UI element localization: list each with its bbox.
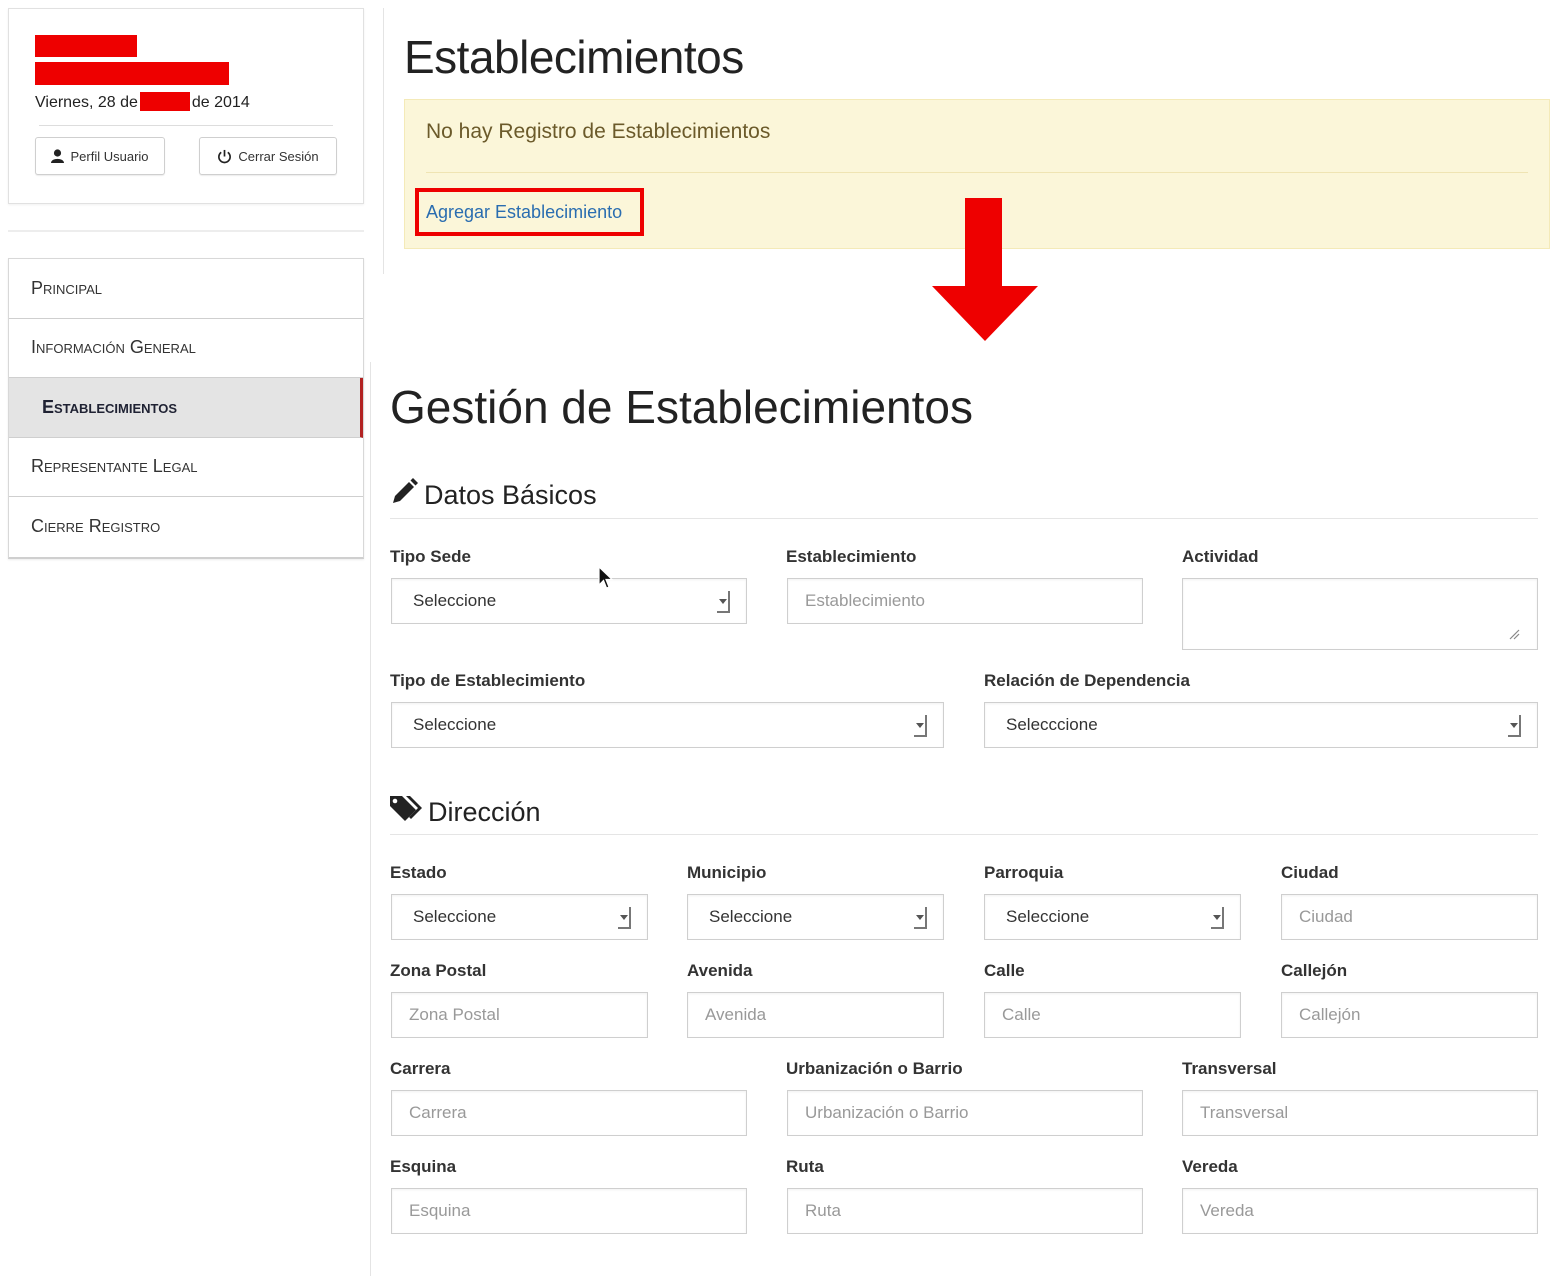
label-esquina: Esquina bbox=[390, 1157, 457, 1176]
current-date: Viernes, 28 de de 2014 bbox=[35, 92, 250, 112]
redacted-name-block bbox=[35, 35, 137, 57]
label-parroquia: Parroquia bbox=[984, 863, 1064, 882]
municipio-select[interactable]: Seleccione bbox=[687, 894, 944, 940]
label-establecimiento: Establecimiento bbox=[786, 547, 917, 566]
select-value: Seleccione bbox=[1006, 907, 1090, 926]
callejon-input[interactable] bbox=[1281, 992, 1538, 1038]
logout-button-label: Cerrar Sesión bbox=[238, 148, 319, 164]
establecimiento-input[interactable] bbox=[787, 578, 1143, 624]
label-tipo-establecimiento: Tipo de Establecimiento bbox=[390, 671, 586, 690]
estado-select[interactable]: Seleccione bbox=[391, 894, 648, 940]
section-heading: Dirección bbox=[428, 797, 541, 827]
calle-input[interactable] bbox=[984, 992, 1241, 1038]
select-value: Seleccione bbox=[413, 907, 497, 926]
label-carrera: Carrera bbox=[390, 1059, 451, 1078]
sidebar-separator bbox=[8, 230, 364, 232]
logout-button[interactable]: Cerrar Sesión bbox=[199, 137, 337, 175]
power-icon bbox=[217, 149, 232, 164]
content-divider-bottom bbox=[370, 362, 371, 1276]
tags-icon bbox=[390, 794, 426, 831]
label-municipio: Municipio bbox=[687, 863, 767, 882]
transversal-input[interactable] bbox=[1182, 1090, 1538, 1136]
label-zona-postal: Zona Postal bbox=[390, 961, 487, 980]
parroquia-select[interactable]: Seleccione bbox=[984, 894, 1241, 940]
urbanizacion-input[interactable] bbox=[787, 1090, 1143, 1136]
chevron-down-icon bbox=[914, 907, 927, 929]
redacted-org-block bbox=[35, 62, 229, 85]
alert-divider bbox=[426, 172, 1528, 173]
form-title: Gestión de Establecimientos bbox=[390, 381, 973, 433]
sidebar-item-establecimientos[interactable]: Establecimientos bbox=[9, 378, 363, 438]
sidebar-nav: Principal Información General Establecim… bbox=[8, 258, 364, 559]
select-value: Seleccione bbox=[413, 591, 497, 610]
panel-divider bbox=[39, 125, 333, 126]
sidebar-item-cierre-registro[interactable]: Cierre Registro bbox=[9, 497, 363, 557]
arrow-down-icon bbox=[932, 198, 1038, 341]
section-direccion: Dirección bbox=[390, 794, 541, 831]
esquina-input[interactable] bbox=[391, 1188, 747, 1234]
ruta-input[interactable] bbox=[787, 1188, 1143, 1234]
select-value: Seleccione bbox=[709, 907, 793, 926]
label-tipo-sede: Tipo Sede bbox=[390, 547, 471, 566]
zona-postal-input[interactable] bbox=[391, 992, 648, 1038]
label-vereda: Vereda bbox=[1182, 1157, 1238, 1176]
profile-button-label: Perfil Usuario bbox=[70, 148, 149, 164]
content-divider-top bbox=[383, 8, 384, 274]
tipo-establecimiento-select[interactable]: Seleccione bbox=[391, 702, 944, 748]
resize-grip-icon[interactable] bbox=[1508, 628, 1520, 640]
user-panel: Viernes, 28 de de 2014 Perfil Usuario Cer… bbox=[8, 8, 364, 204]
pencil-icon bbox=[390, 478, 418, 513]
chevron-down-icon bbox=[1508, 715, 1521, 737]
tipo-sede-select[interactable]: Seleccione bbox=[391, 578, 747, 624]
label-calle: Calle bbox=[984, 961, 1025, 980]
section-heading: Datos Básicos bbox=[424, 480, 597, 510]
chevron-down-icon bbox=[618, 907, 631, 929]
ciudad-input[interactable] bbox=[1281, 894, 1538, 940]
label-actividad: Actividad bbox=[1182, 547, 1259, 566]
sidebar-item-representante-legal[interactable]: Representante Legal bbox=[9, 437, 363, 497]
label-relacion-dependencia: Relación de Dependencia bbox=[984, 671, 1190, 690]
section-rule bbox=[390, 518, 1538, 519]
actividad-textarea[interactable] bbox=[1182, 578, 1538, 650]
user-icon bbox=[51, 149, 65, 163]
date-prefix: Viernes, 28 de bbox=[35, 94, 138, 111]
add-establishment-link[interactable]: Agregar Establecimiento bbox=[415, 188, 644, 236]
avenida-input[interactable] bbox=[687, 992, 944, 1038]
chevron-down-icon bbox=[914, 715, 927, 737]
label-callejon: Callejón bbox=[1281, 961, 1348, 980]
relacion-dependencia-select[interactable]: Selecccione bbox=[984, 702, 1538, 748]
carrera-input[interactable] bbox=[391, 1090, 747, 1136]
select-value: Seleccione bbox=[413, 715, 497, 734]
sidebar-item-informacion-general[interactable]: Información General bbox=[9, 318, 363, 378]
chevron-down-icon bbox=[1211, 907, 1224, 929]
label-urbanizacion: Urbanización o Barrio bbox=[786, 1059, 963, 1078]
redacted-month bbox=[139, 92, 190, 111]
profile-button[interactable]: Perfil Usuario bbox=[35, 137, 165, 175]
label-estado: Estado bbox=[390, 863, 447, 882]
alert-message: No hay Registro de Establecimientos bbox=[426, 120, 771, 143]
select-value: Selecccione bbox=[1006, 715, 1098, 734]
label-ruta: Ruta bbox=[786, 1157, 824, 1176]
label-avenida: Avenida bbox=[687, 961, 753, 980]
mouse-cursor-icon bbox=[598, 566, 614, 589]
label-transversal: Transversal bbox=[1182, 1059, 1277, 1078]
date-suffix: de 2014 bbox=[191, 94, 250, 111]
vereda-input[interactable] bbox=[1182, 1188, 1538, 1234]
page-title: Establecimientos bbox=[404, 31, 744, 83]
chevron-down-icon bbox=[717, 591, 730, 613]
section-rule bbox=[390, 834, 1538, 835]
label-ciudad: Ciudad bbox=[1281, 863, 1339, 882]
section-datos-basicos: Datos Básicos bbox=[390, 478, 597, 513]
sidebar-item-principal[interactable]: Principal bbox=[9, 259, 363, 319]
